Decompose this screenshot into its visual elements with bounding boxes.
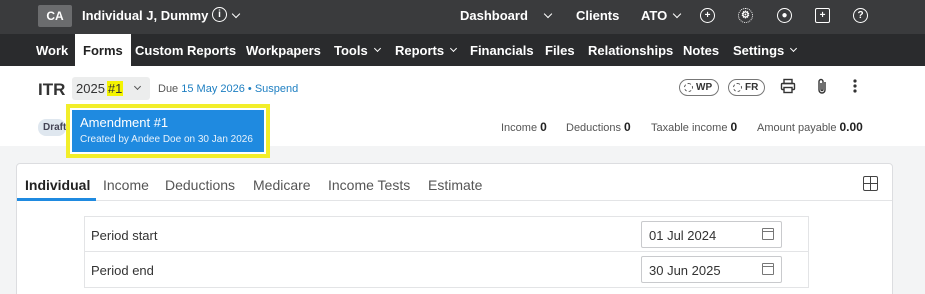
tab-income[interactable]: Income: [103, 177, 149, 193]
income-value: 0: [540, 120, 547, 134]
amendment-option[interactable]: Amendment #1 Created by Andee Doe on 30 …: [72, 110, 264, 152]
nav-label: Custom Reports: [135, 42, 237, 58]
more-vertical-icon[interactable]: [853, 78, 857, 98]
chevron-down-icon: [790, 44, 798, 53]
attachment-icon[interactable]: [816, 78, 828, 99]
nav-label: Work: [36, 42, 69, 58]
main-nav: Work Forms Custom Reports Workpapers Too…: [0, 34, 925, 66]
period-start-value: 01 Jul 2024: [649, 228, 717, 243]
form-card: Individual Income Deductions Medicare In…: [16, 163, 893, 294]
year-value: 2025: [76, 81, 105, 96]
nav-item-work[interactable]: Work: [36, 34, 68, 66]
amount-payable-summary: Amount payable 0.00: [757, 120, 863, 134]
period-end-input[interactable]: 30 Jun 2025: [641, 256, 782, 283]
amendment-dropdown: Amendment #1 Created by Andee Doe on 30 …: [68, 106, 268, 156]
nav-item-custom-reports[interactable]: Custom Reports: [135, 34, 236, 66]
wp-status-pill[interactable]: WP: [679, 79, 720, 96]
tab-estimate[interactable]: Estimate: [428, 177, 482, 193]
period-start-input[interactable]: 01 Jul 2024: [641, 221, 782, 248]
period-start-label: Period start: [91, 228, 158, 243]
nav-label: Files: [545, 42, 575, 58]
due-info: Due 15 May 2026 • Suspend: [158, 83, 298, 95]
nav-item-workpapers[interactable]: Workpapers: [246, 34, 321, 66]
chevron-down-icon: [373, 44, 381, 53]
tab-individual[interactable]: Individual: [25, 177, 90, 193]
client-name[interactable]: Individual J, Dummy: [82, 8, 208, 23]
gift-icon[interactable]: +: [815, 8, 830, 23]
form-type-title: ITR: [38, 80, 66, 99]
chevron-down-icon: [450, 44, 458, 53]
client-avatar[interactable]: CA: [38, 5, 72, 27]
dashboard-link[interactable]: Dashboard: [460, 8, 528, 23]
nav-label: Relationships: [588, 42, 674, 58]
nav-item-notes[interactable]: Notes: [683, 34, 719, 66]
nav-label: Workpapers: [246, 42, 321, 58]
period-end-label: Period end: [91, 263, 154, 278]
chevron-down-icon: [133, 82, 142, 91]
nav-item-financials[interactable]: Financials: [470, 34, 534, 66]
chevron-down-icon[interactable]: [231, 9, 241, 19]
nav-label: Reports: [395, 42, 445, 58]
taxable-income-summary: Taxable income 0: [651, 120, 737, 134]
help-circle-icon[interactable]: ?: [853, 8, 868, 23]
pending-ring-icon: [684, 83, 693, 92]
pending-ring-icon: [733, 83, 742, 92]
fr-status-pill[interactable]: FR: [728, 79, 766, 96]
amendment-tag: #1: [106, 81, 124, 96]
gear-icon[interactable]: ⚙: [738, 8, 753, 23]
nav-item-tools[interactable]: Tools: [334, 34, 381, 66]
calendar-icon[interactable]: [762, 228, 774, 240]
fr-label: FR: [745, 82, 759, 93]
active-tab-indicator: [17, 198, 96, 201]
nav-item-reports[interactable]: Reports: [395, 34, 458, 66]
year-amendment-select[interactable]: 2025 #1: [72, 77, 150, 100]
deductions-label: Deductions: [566, 122, 622, 134]
income-label: Income: [501, 122, 538, 134]
nav-label: Notes: [683, 42, 720, 58]
amount-payable-label: Amount payable: [757, 122, 837, 134]
period-end-row: Period end 30 Jun 2025: [84, 252, 809, 288]
amendment-option-title: Amendment #1: [80, 115, 169, 130]
top-bar: CA Individual J, Dummy i Dashboard Clien…: [0, 0, 925, 34]
tab-deductions[interactable]: Deductions: [165, 177, 235, 193]
nav-label: Financials: [470, 42, 534, 58]
user-circle-icon[interactable]: ●: [777, 8, 792, 23]
nav-item-relationships[interactable]: Relationships: [588, 34, 673, 66]
separator-dot: •: [247, 83, 252, 95]
plus-circle-icon[interactable]: +: [700, 8, 715, 23]
calendar-icon[interactable]: [762, 263, 774, 275]
status-badge: Draft: [38, 119, 66, 136]
suspend-link[interactable]: Suspend: [255, 83, 298, 95]
info-icon[interactable]: i: [212, 7, 227, 22]
form-tabs: Individual Income Deductions Medicare In…: [17, 164, 892, 201]
chevron-down-icon[interactable]: [543, 9, 553, 19]
clients-link[interactable]: Clients: [576, 8, 619, 23]
nav-label: Tools: [334, 42, 368, 58]
income-summary: Income 0: [501, 120, 547, 134]
tab-income-tests[interactable]: Income Tests: [328, 177, 410, 193]
due-label: Due: [158, 83, 179, 95]
nav-item-files[interactable]: Files: [545, 34, 575, 66]
taxable-income-label: Taxable income: [651, 122, 728, 134]
chevron-down-icon[interactable]: [672, 9, 682, 19]
nav-label: Forms: [83, 42, 123, 58]
period-end-value: 30 Jun 2025: [649, 263, 721, 278]
nav-item-settings[interactable]: Settings: [733, 34, 798, 66]
due-date-link[interactable]: 15 May 2026: [181, 83, 245, 95]
taxable-income-value: 0: [730, 120, 738, 134]
nav-label: Settings: [733, 42, 785, 58]
amendment-option-subtitle: Created by Andee Doe on 30 Jan 2026: [80, 134, 253, 145]
deductions-value: 0: [624, 120, 631, 134]
amount-payable-value: 0.00: [839, 120, 863, 134]
grid-view-icon[interactable]: [863, 176, 878, 191]
deductions-summary: Deductions 0: [566, 120, 631, 134]
ato-link[interactable]: ATO: [641, 8, 667, 23]
nav-item-forms[interactable]: Forms: [75, 34, 131, 66]
period-start-row: Period start 01 Jul 2024: [84, 216, 809, 252]
print-icon[interactable]: [780, 78, 796, 98]
wp-label: WP: [696, 82, 713, 93]
tab-medicare[interactable]: Medicare: [253, 177, 311, 193]
